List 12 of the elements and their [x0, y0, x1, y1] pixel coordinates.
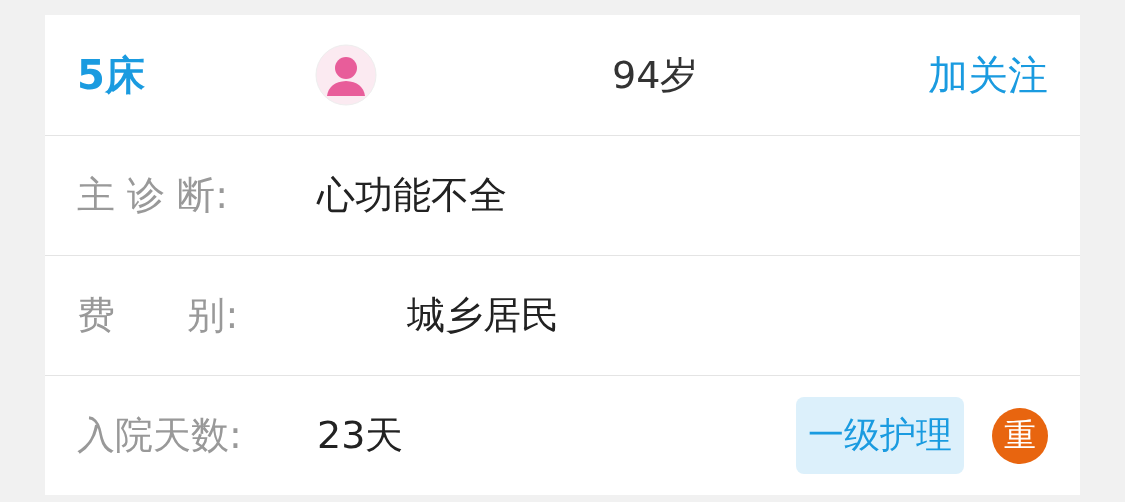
avatar-icon [315, 44, 377, 106]
field-value: 心功能不全 [317, 172, 507, 219]
field-label: 主 诊 断: [77, 172, 229, 219]
bed-number: 5床 [77, 50, 146, 100]
field-label: 入院天数: [77, 412, 243, 459]
field-label: 费 别: [77, 292, 240, 339]
care-level-tag: 一级护理 [796, 397, 964, 474]
severity-badge: 重 [992, 407, 1048, 464]
age: 94岁 [612, 51, 699, 99]
follow-button[interactable]: 加关注 [928, 47, 1048, 103]
field-value: 23天 [317, 412, 404, 459]
field-value: 城乡居民 [407, 292, 559, 339]
